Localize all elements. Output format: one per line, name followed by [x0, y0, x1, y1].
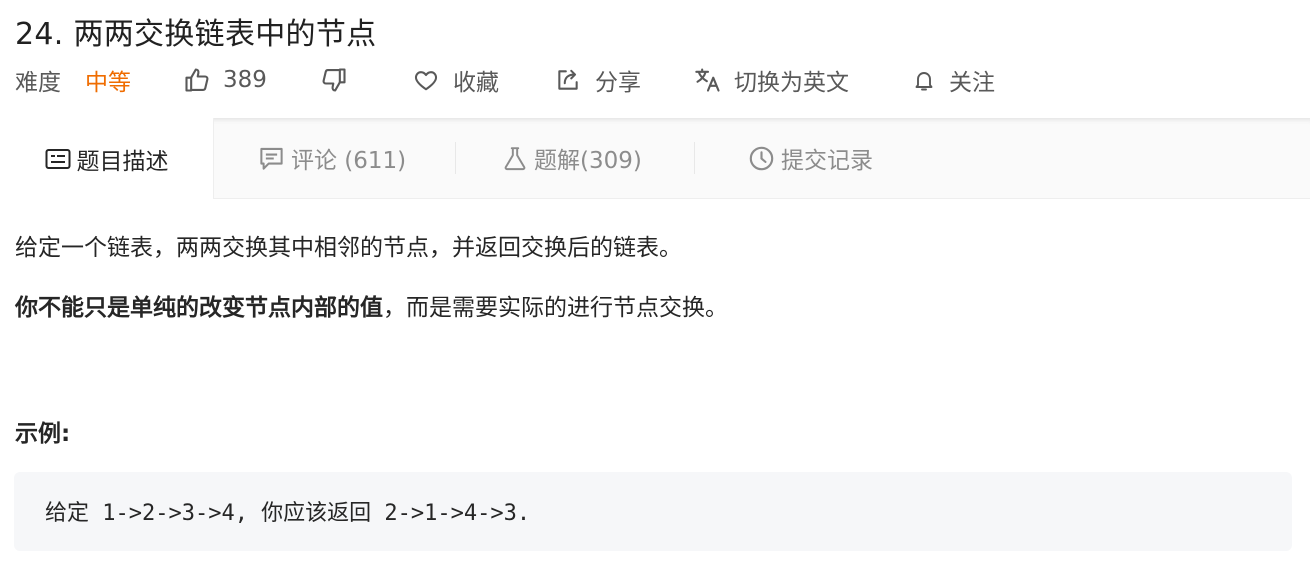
- share-icon: [558, 69, 578, 90]
- comment-icon: [260, 147, 283, 170]
- thumbs-up-icon: [185, 68, 209, 92]
- flask-icon: [504, 146, 526, 170]
- description-note-bold: 你不能只是单纯的改变节点内部的值: [15, 295, 383, 321]
- tab-separator: [455, 142, 456, 174]
- difficulty-label: 难度: [15, 70, 61, 96]
- translate-button[interactable]: 切换为英文: [694, 62, 849, 98]
- problem-tabs: 题目描述 评论 (611) 题解(309) 提交记录: [0, 118, 1310, 199]
- description-note-rest: ，而是需要实际的进行节点交换。: [383, 295, 728, 321]
- follow-button[interactable]: 关注: [912, 62, 995, 98]
- tab-label: 题目描述: [76, 148, 169, 175]
- tab-submissions[interactable]: 提交记录: [748, 118, 873, 198]
- example-label: 示例:: [15, 421, 71, 447]
- example-code: 给定 1->2->3->4, 你应该返回 2->1->4->3.: [45, 501, 531, 526]
- favorite-button[interactable]: 收藏: [413, 62, 499, 98]
- description-line: 给定一个链表，两两交换其中相邻的节点，并返回交换后的链表。: [15, 235, 682, 261]
- like-button[interactable]: 389: [183, 62, 267, 98]
- translate-label: 切换为英文: [734, 70, 849, 96]
- tab-label: 提交记录: [781, 148, 873, 174]
- follow-label: 关注: [949, 70, 995, 96]
- heart-icon: [414, 71, 438, 91]
- description-note: 你不能只是单纯的改变节点内部的值，而是需要实际的进行节点交换。: [15, 288, 728, 322]
- like-count: 389: [223, 67, 267, 93]
- thumbs-down-icon: [322, 68, 346, 92]
- problem-title: 24. 两两交换链表中的节点: [15, 17, 377, 52]
- description-icon: [45, 148, 70, 169]
- tab-solutions[interactable]: 题解(309): [502, 118, 642, 198]
- difficulty-value: 中等: [85, 70, 131, 96]
- tab-label: 题解(309): [534, 148, 642, 174]
- difficulty: 难度 中等: [15, 62, 131, 98]
- tab-separator: [694, 142, 695, 174]
- dislike-button[interactable]: [320, 62, 348, 98]
- problem-header: 24. 两两交换链表中的节点 难度 中等 389 收藏 分享 切换为英文 关注: [0, 0, 1310, 118]
- tab-description[interactable]: 题目描述: [0, 118, 214, 199]
- tab-comments[interactable]: 评论 (611): [258, 118, 406, 198]
- share-label: 分享: [595, 70, 641, 96]
- share-button[interactable]: 分享: [555, 62, 641, 98]
- favorite-label: 收藏: [453, 70, 499, 96]
- tab-label: 评论 (611): [291, 148, 407, 174]
- example-block: 给定 1->2->3->4, 你应该返回 2->1->4->3.: [14, 472, 1292, 551]
- bell-icon: [915, 72, 933, 91]
- translate-icon: [695, 68, 720, 92]
- clock-icon: [749, 146, 774, 170]
